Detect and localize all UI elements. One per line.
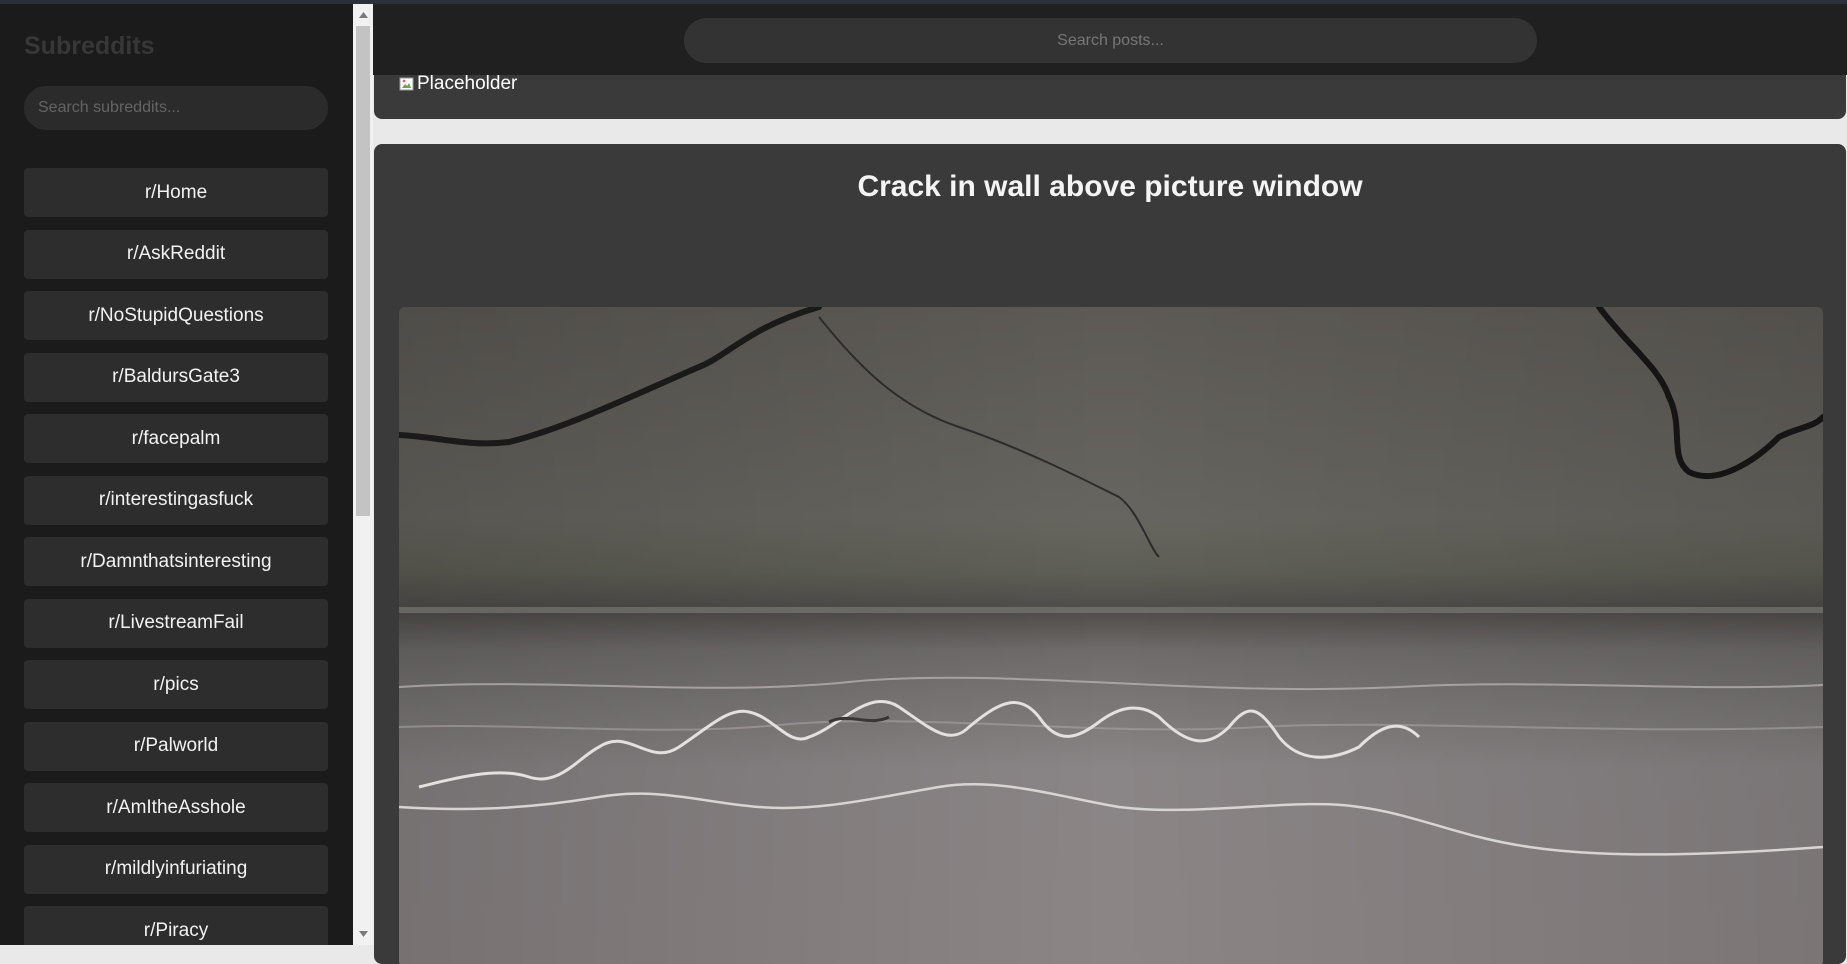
sidebar-item-pics[interactable]: r/pics: [24, 660, 328, 709]
sidebar-item-piracy[interactable]: r/Piracy: [24, 906, 328, 945]
sidebar-item-amitheasshole[interactable]: r/AmItheAsshole: [24, 783, 328, 832]
post-card[interactable]: Placeholder: [374, 73, 1846, 119]
placeholder-alt-text: Placeholder: [417, 73, 518, 94]
triangle-down-icon[interactable]: [353, 925, 373, 943]
post-card[interactable]: Crack in wall above picture window: [374, 144, 1846, 964]
sidebar-title: Subreddits: [24, 32, 155, 60]
sidebar-item-baldursgate3[interactable]: r/BaldursGate3: [24, 352, 328, 402]
post-search-input[interactable]: [684, 18, 1537, 63]
post-title[interactable]: Crack in wall above picture window: [374, 170, 1846, 204]
sidebar-item-home[interactable]: r/Home: [24, 168, 328, 217]
sidebar-item-interestingasfuck[interactable]: r/interestingasfuck: [24, 475, 328, 525]
sidebar-item-damnthatsinteresting[interactable]: r/Damnthatsinteresting: [24, 537, 328, 586]
post-image[interactable]: [399, 307, 1823, 964]
broken-image-icon: [399, 76, 415, 92]
top-header: [373, 4, 1847, 75]
subreddit-list: r/Home r/AskReddit r/NoStupidQuestions r…: [24, 168, 328, 945]
sidebar-item-livestreamfail[interactable]: r/LivestreamFail: [24, 598, 328, 648]
sidebar-item-mildlyinfuriating[interactable]: r/mildlyinfuriating: [24, 844, 328, 894]
subreddit-search-input[interactable]: [24, 86, 328, 130]
sidebar-item-palworld[interactable]: r/Palworld: [24, 721, 328, 771]
sidebar-item-facepalm[interactable]: r/facepalm: [24, 414, 328, 463]
triangle-up-icon[interactable]: [353, 6, 373, 24]
post-image-placeholder: Placeholder: [399, 73, 517, 95]
sidebar-scrollbar[interactable]: [353, 4, 373, 945]
sidebar-item-nostupidquestions[interactable]: r/NoStupidQuestions: [24, 291, 328, 340]
scrollbar-thumb[interactable]: [356, 26, 370, 516]
subreddit-sidebar: Subreddits r/Home r/AskReddit r/NoStupid…: [0, 4, 353, 945]
sidebar-item-askreddit[interactable]: r/AskReddit: [24, 229, 328, 279]
